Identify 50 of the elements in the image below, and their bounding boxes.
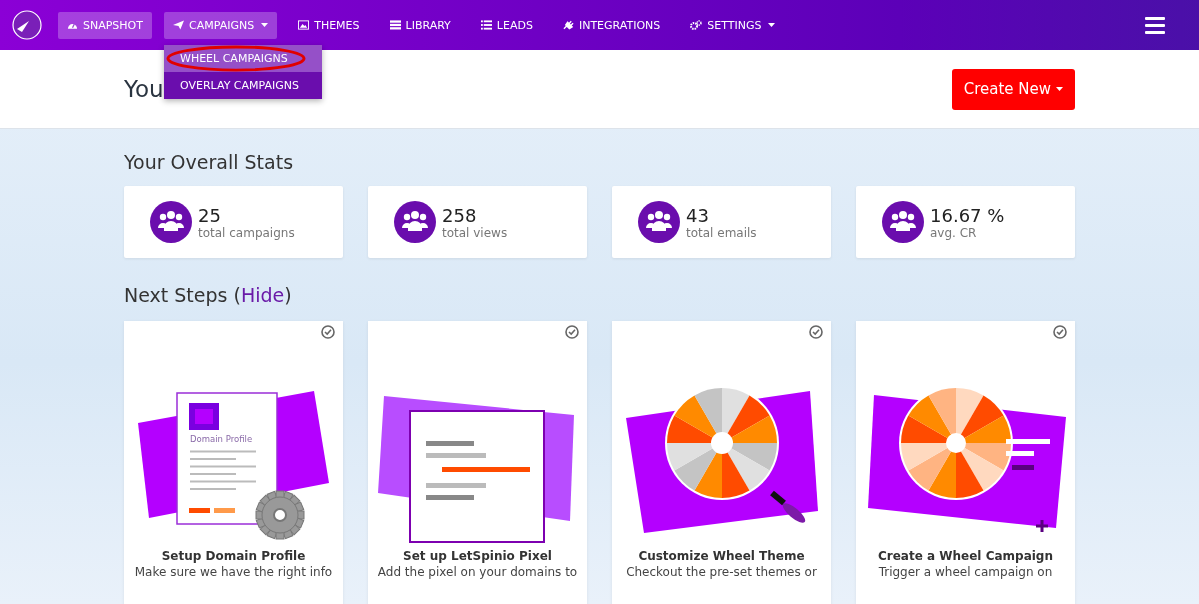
caret-icon (1056, 87, 1063, 91)
logo-icon[interactable] (12, 10, 42, 40)
hide-link[interactable]: Hide (240, 284, 285, 306)
step-title: Customize Wheel Theme (638, 549, 805, 563)
page-title: You (124, 76, 164, 102)
section-title: Your Overall Stats (124, 151, 295, 173)
users-icon (394, 201, 436, 243)
paper-plane-icon (173, 20, 184, 30)
stat-value: 258 (442, 204, 478, 226)
stat-label: total emails (686, 225, 757, 240)
stat-value: 16.67 % (930, 204, 1005, 226)
stat-value: 43 (686, 204, 710, 226)
stat-label: total campaigns (198, 225, 295, 240)
nav-link[interactable]: SETTINGS (681, 11, 785, 39)
nav-link[interactable]: INTEGRATIONS (553, 11, 670, 39)
step-card[interactable]: Customize Wheel Theme Checkout the pre-set themes or (612, 321, 831, 604)
form-label: Domain Profile (189, 434, 252, 444)
stat-label: avg. CR (930, 225, 978, 240)
step-description: Add the pixel on your domains to (377, 565, 578, 579)
nav-link[interactable]: THEMES (289, 11, 369, 39)
stack-icon (389, 20, 401, 30)
menu-item[interactable]: WHEEL CAMPAIGNS (164, 44, 322, 72)
bracket: ( (233, 284, 241, 306)
nav-link[interactable]: LIBRARY (380, 11, 460, 39)
gears-icon (690, 20, 703, 30)
users-icon (882, 201, 924, 243)
step-title: Setup Domain Profile (161, 549, 306, 563)
list-icon (480, 20, 492, 30)
stat-label: total views (442, 225, 508, 240)
step-description: Checkout the pre-set themes or (626, 565, 817, 579)
step-description: Make sure we have the right info (134, 565, 333, 579)
step-card[interactable]: Domain Profile Setup Domain Profile Make sure we have the right info (124, 321, 343, 604)
create-new-button[interactable]: Create New (951, 68, 1075, 110)
nav-link[interactable]: CAMPAIGNS (164, 11, 278, 39)
step-description: Trigger a wheel campaign on (878, 565, 1053, 579)
stat-value: 25 (198, 204, 222, 226)
users-icon (638, 201, 680, 243)
step-title: Create a Wheel Campaign (878, 549, 1053, 563)
bracket: ) (284, 284, 292, 306)
nav-link[interactable]: SNAPSHOT (58, 11, 152, 39)
step-card[interactable]: Set up LetSpinio Pixel Add the pixel on your domains to (368, 321, 587, 604)
plug-icon (562, 20, 574, 30)
nav-link[interactable]: LEADS (471, 11, 542, 39)
menu-item[interactable]: OVERLAY CAMPAIGNS (164, 71, 322, 99)
step-card[interactable]: Create a Wheel Campaign Trigger a wheel campaign on (856, 321, 1075, 604)
menu-icon[interactable] (1145, 16, 1165, 34)
users-icon (150, 201, 192, 243)
section-title: Next Steps (124, 284, 228, 306)
step-title: Set up LetSpinio Pixel (403, 549, 552, 563)
image-icon (298, 20, 310, 30)
